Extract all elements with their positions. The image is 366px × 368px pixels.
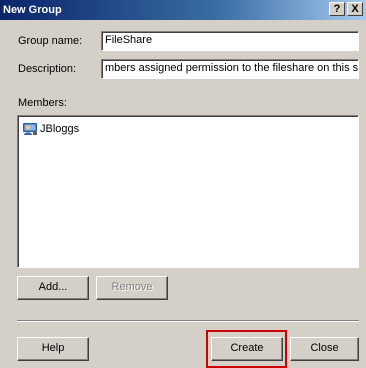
separator	[17, 320, 359, 322]
list-item[interactable]: JBloggs	[22, 121, 79, 137]
group-name-field[interactable]: FileShare	[101, 31, 359, 51]
window-close-button[interactable]: X	[347, 2, 363, 16]
help-question-button[interactable]: ?	[329, 2, 345, 16]
description-field[interactable]: mbers assigned permission to the filesha…	[101, 59, 359, 79]
help-button[interactable]: Help	[17, 337, 89, 361]
member-name: JBloggs	[40, 123, 80, 135]
members-label: Members:	[18, 97, 67, 109]
members-list[interactable]: JBloggs	[17, 115, 359, 268]
group-name-label: Group name:	[18, 35, 83, 47]
create-highlight-box	[206, 330, 287, 368]
remove-button[interactable]: Remove	[96, 276, 168, 300]
description-label: Description:	[18, 63, 77, 75]
close-button[interactable]: Close	[290, 337, 359, 361]
window-title: New Group	[3, 4, 62, 16]
user-icon	[23, 123, 37, 135]
add-button[interactable]: Add...	[17, 276, 89, 300]
new-group-dialog: New Group ? X Group name: FileShare Desc…	[0, 0, 366, 368]
title-bar[interactable]: New Group ? X	[0, 0, 366, 20]
